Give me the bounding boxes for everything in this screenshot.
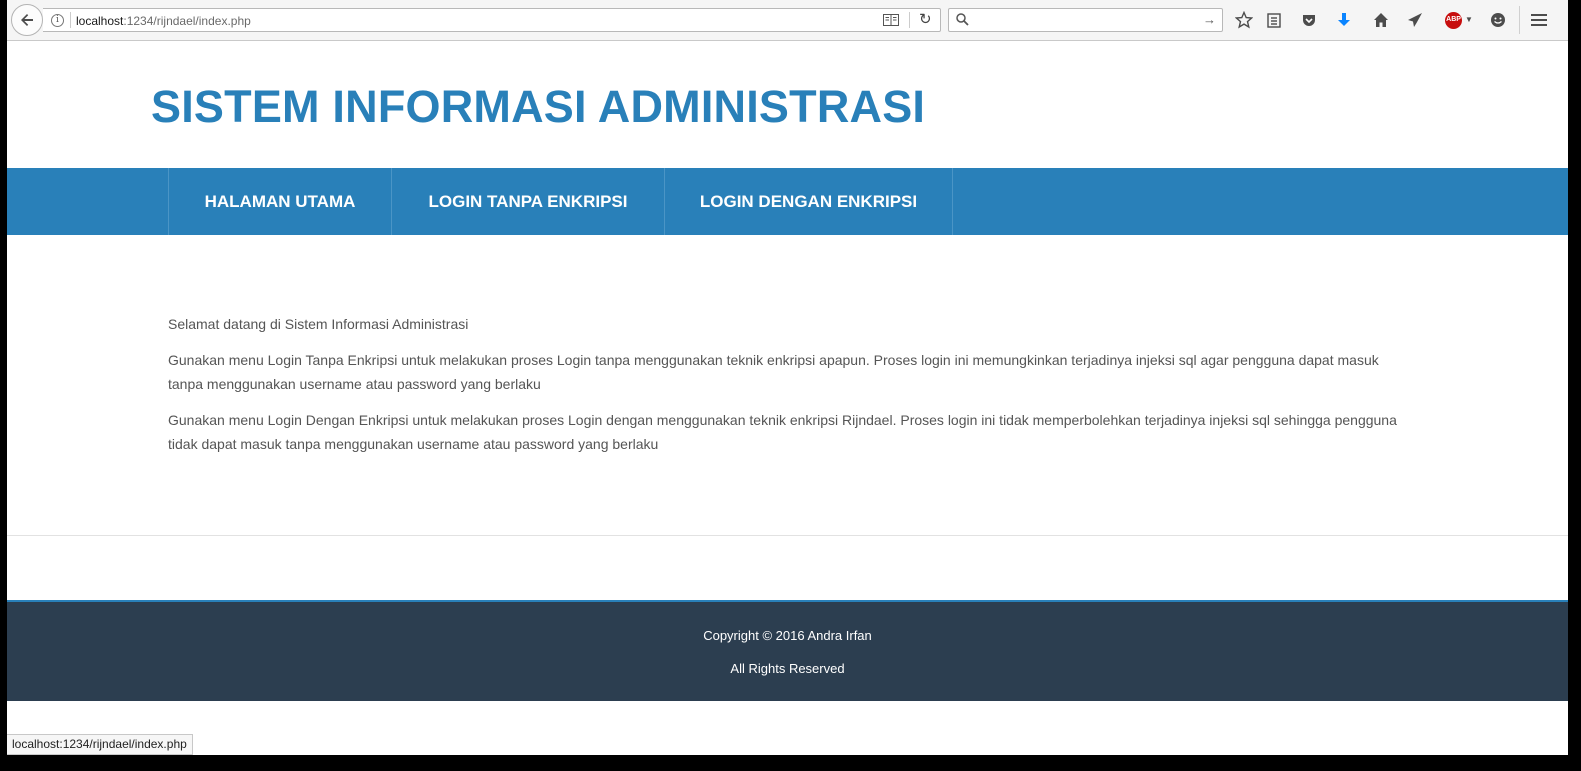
chevron-down-icon: ▼: [1465, 15, 1473, 24]
url-text[interactable]: localhost:1234/rijndael/index.php: [76, 14, 251, 28]
toolbar-separator: [1519, 6, 1520, 34]
smiley-feedback-icon[interactable]: [1488, 10, 1508, 30]
download-icon[interactable]: [1334, 10, 1354, 30]
back-arrow-icon: [21, 14, 33, 26]
back-button[interactable]: [11, 4, 43, 36]
site-header: SISTEM INFORMASI ADMINISTRASI: [7, 41, 1568, 168]
info-icon[interactable]: i: [51, 14, 64, 27]
content-divider: [7, 535, 1568, 536]
site-footer: Copyright © 2016 Andra Irfan All Rights …: [7, 600, 1568, 701]
hamburger-menu-icon[interactable]: [1529, 10, 1549, 30]
browser-status-bar: localhost:1234/rijndael/index.php: [7, 734, 193, 755]
url-path: :1234/rijndael/index.php: [123, 14, 251, 28]
search-bar[interactable]: →: [948, 8, 1223, 32]
home-icon[interactable]: [1371, 10, 1391, 30]
adblock-plus-icon[interactable]: ABP ▼: [1443, 10, 1475, 30]
nav-item-halaman-utama[interactable]: HALAMAN UTAMA: [169, 168, 392, 235]
browser-toolbar: i localhost:1234/rijndael/index.php ↻ →: [7, 0, 1568, 41]
footer-rights: All Rights Reserved: [730, 661, 845, 676]
bookmark-star-icon[interactable]: [1234, 10, 1254, 30]
reader-view-icon[interactable]: [883, 13, 899, 27]
footer-copyright: Copyright © 2016 Andra Irfan: [703, 628, 872, 643]
welcome-text: Selamat datang di Sistem Informasi Admin…: [168, 316, 469, 332]
url-bar[interactable]: i localhost:1234/rijndael/index.php ↻: [43, 8, 941, 32]
site-title: SISTEM INFORMASI ADMINISTRASI: [151, 81, 926, 132]
main-content: Selamat datang di Sistem Informasi Admin…: [168, 312, 1408, 468]
reload-icon[interactable]: ↻: [919, 12, 932, 28]
info-paragraph-tanpa-enkripsi: Gunakan menu Login Tanpa Enkripsi untuk …: [168, 352, 1379, 392]
main-nav: HALAMAN UTAMA LOGIN TANPA ENKRIPSI LOGIN…: [7, 168, 1568, 235]
browser-window: i localhost:1234/rijndael/index.php ↻ →: [7, 0, 1568, 771]
url-host: localhost: [76, 14, 124, 28]
url-separator: [909, 12, 910, 28]
search-input[interactable]: [975, 11, 1195, 29]
nav-item-login-dengan-enkripsi[interactable]: LOGIN DENGAN ENKRIPSI: [665, 168, 953, 235]
bookmarks-list-icon[interactable]: [1264, 10, 1284, 30]
window-bottom-edge: [7, 755, 1568, 771]
search-go-arrow-icon[interactable]: →: [1203, 12, 1216, 28]
search-icon: [956, 13, 969, 26]
send-icon[interactable]: [1405, 10, 1425, 30]
nav-list: HALAMAN UTAMA LOGIN TANPA ENKRIPSI LOGIN…: [168, 168, 953, 235]
adblock-badge-icon: ABP: [1445, 11, 1463, 29]
info-paragraph-dengan-enkripsi: Gunakan menu Login Dengan Enkripsi untuk…: [168, 412, 1397, 452]
pocket-icon[interactable]: [1299, 10, 1319, 30]
nav-item-login-tanpa-enkripsi[interactable]: LOGIN TANPA ENKRIPSI: [392, 168, 665, 235]
url-separator: [70, 12, 71, 28]
